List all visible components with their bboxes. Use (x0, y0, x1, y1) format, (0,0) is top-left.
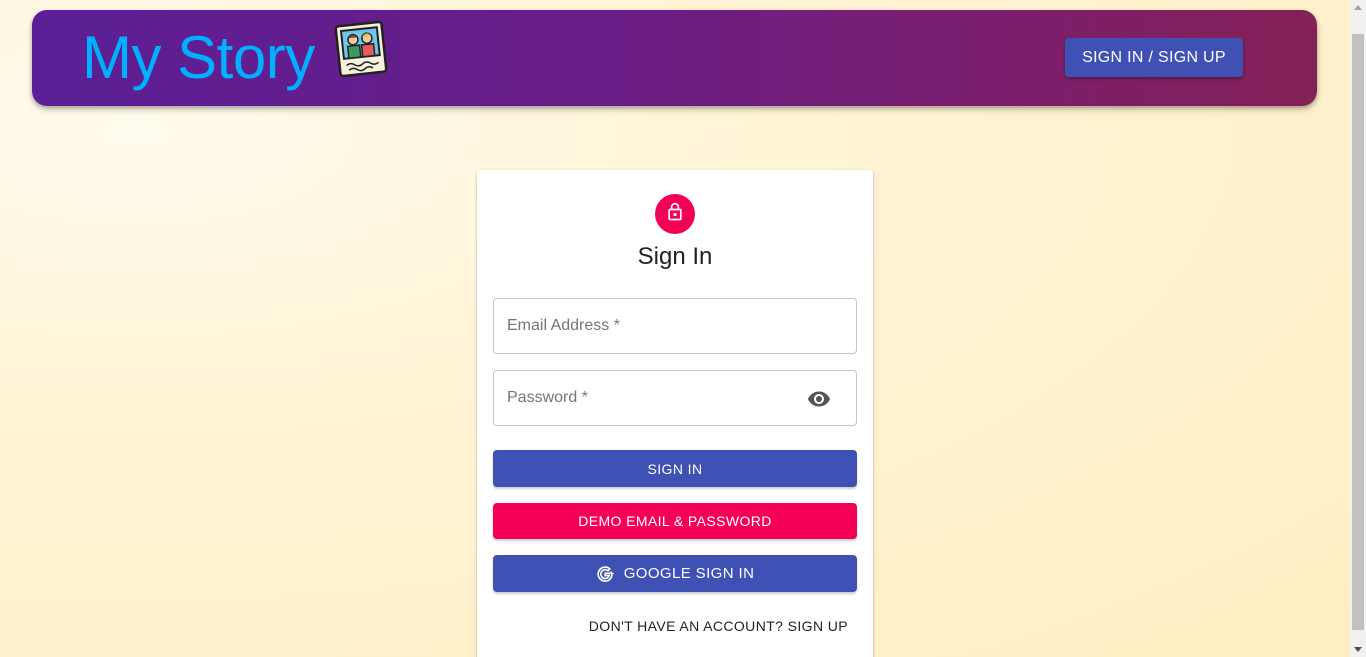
brand-title[interactable]: My Story (82, 24, 315, 92)
lock-avatar (655, 194, 695, 234)
signin-card: Sign In Email Address * Password * SIGN … (477, 170, 873, 657)
photo-frame-icon (332, 18, 390, 80)
google-icon (596, 565, 614, 583)
signup-link[interactable]: DON'T HAVE AN ACCOUNT? SIGN UP (589, 618, 848, 634)
google-signin-label: GOOGLE SIGN IN (623, 565, 755, 582)
app-bar: My Story SIGN IN / SIGN UP (32, 10, 1317, 106)
password-placeholder: Password * (507, 389, 588, 406)
email-placeholder: Email Address * (507, 317, 620, 334)
email-field[interactable]: Email Address * (493, 298, 857, 354)
scrollbar-thumb[interactable] (1352, 34, 1364, 630)
lock-icon (665, 202, 685, 227)
page-title: Sign In (637, 243, 713, 270)
google-signin-button[interactable]: GOOGLE SIGN IN (493, 555, 857, 592)
signin-button[interactable]: SIGN IN (493, 450, 857, 487)
scrollbar[interactable] (1350, 0, 1366, 657)
eye-icon[interactable] (807, 388, 831, 410)
signin-signup-button[interactable]: SIGN IN / SIGN UP (1065, 38, 1243, 77)
demo-credentials-button[interactable]: DEMO EMAIL & PASSWORD (493, 503, 857, 539)
password-field[interactable]: Password * (493, 370, 857, 426)
scroll-down-arrow-icon[interactable] (1354, 647, 1362, 652)
scroll-up-arrow-icon[interactable] (1354, 5, 1362, 10)
